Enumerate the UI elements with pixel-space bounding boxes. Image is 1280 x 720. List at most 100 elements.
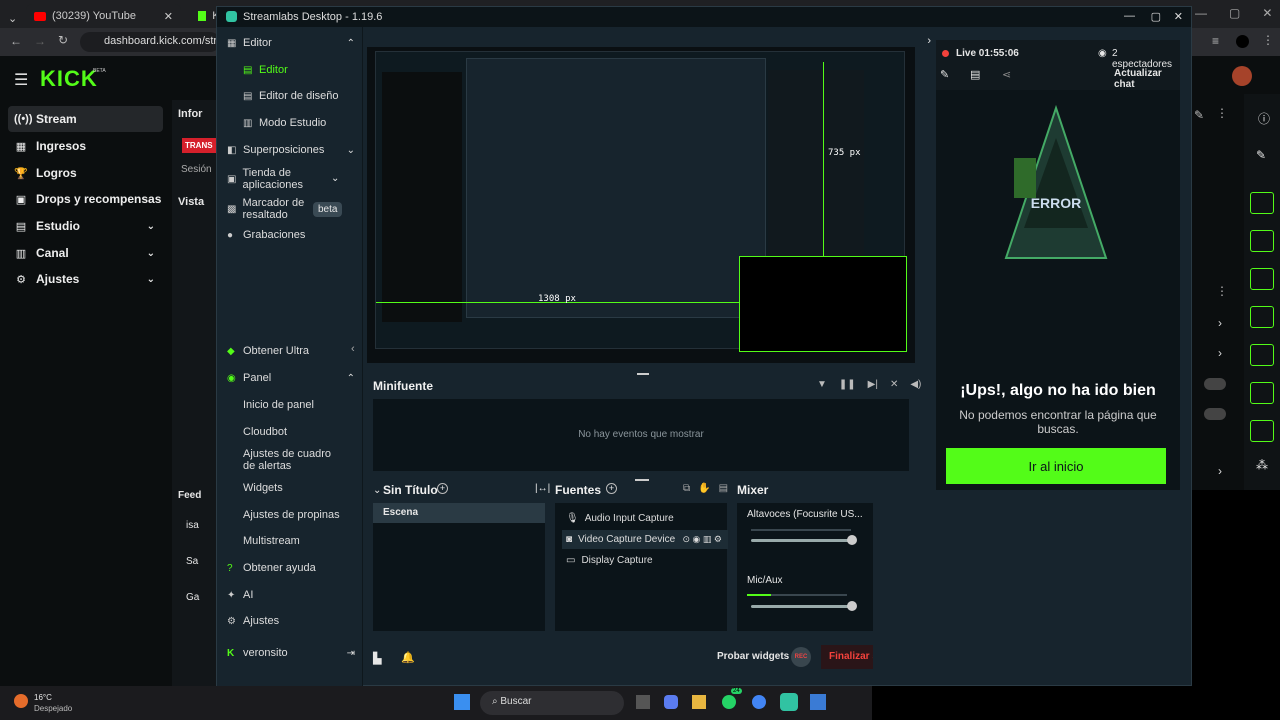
source-item[interactable]: 🎙 Audio Input Capture: [562, 509, 728, 528]
minimize-icon[interactable]: —: [1124, 10, 1135, 22]
hand-icon[interactable]: ✋: [698, 483, 710, 494]
nav-editor[interactable]: ▦ Editor ⌃: [227, 37, 355, 49]
scene-item[interactable]: Escena: [373, 503, 545, 523]
note-icon[interactable]: [1250, 268, 1274, 290]
menu-icon[interactable]: ☰: [14, 70, 28, 90]
maximize-icon[interactable]: ▢: [1151, 10, 1161, 23]
tab-youtube[interactable]: (30239) YouTube ✕: [26, 4, 181, 28]
reload-icon[interactable]: ↻: [58, 33, 68, 47]
end-stream-button[interactable]: Finalizar s: [821, 645, 873, 669]
taskview-icon[interactable]: [636, 695, 650, 709]
nav-tip-settings[interactable]: Ajustes de propinas: [243, 509, 371, 521]
nav-app-store[interactable]: ▣ Tienda de aplicaciones: [227, 167, 327, 191]
menu-icon[interactable]: ⋮: [1216, 106, 1228, 120]
nav-cloudbot[interactable]: Cloudbot: [243, 426, 371, 438]
windows-start-icon[interactable]: [454, 694, 470, 710]
nav-widgets[interactable]: Widgets: [243, 482, 371, 494]
resize-handle[interactable]: [635, 479, 649, 481]
pause-icon[interactable]: ❚❚: [839, 379, 856, 390]
toggle-switch[interactable]: [1204, 408, 1226, 420]
streamlabs-taskbar-icon[interactable]: [780, 693, 798, 711]
flash-icon[interactable]: [1250, 230, 1274, 252]
nav-canal[interactable]: ▥ Canal ⌄: [8, 240, 163, 266]
url-field[interactable]: dashboard.kick.com/stream: [80, 32, 220, 52]
nav-get-help[interactable]: ? Obtener ayuda: [227, 562, 355, 574]
selected-source-box[interactable]: [739, 256, 907, 352]
nav-settings[interactable]: ⚙ Ajustes: [227, 615, 355, 627]
share-icon[interactable]: ⋖: [1002, 68, 1011, 81]
nav-ai[interactable]: ✦ AI: [227, 589, 355, 601]
pencil-icon[interactable]: ✎: [940, 68, 949, 81]
layout-icon[interactable]: [1250, 382, 1274, 404]
toggle-switch[interactable]: [1204, 378, 1226, 390]
resize-handle[interactable]: [637, 373, 649, 375]
user-account[interactable]: Kveronsito ⇥: [227, 647, 355, 659]
volume-slider[interactable]: [751, 535, 857, 545]
bell-icon[interactable]: 🔔: [401, 651, 415, 664]
chrome-icon[interactable]: [752, 695, 766, 709]
trash-icon[interactable]: ▥: [703, 534, 712, 544]
whatsapp-icon[interactable]: [722, 695, 736, 709]
maximize-icon[interactable]: ▢: [1229, 6, 1240, 20]
avatar[interactable]: [1232, 66, 1252, 86]
source-item-selected[interactable]: ◙ Video Capture Device ⊙ ◉ ▥ ⚙: [562, 530, 728, 549]
apps-icon[interactable]: ⁂: [1256, 458, 1268, 472]
folder-icon[interactable]: ▤: [970, 68, 980, 81]
nav-layout-editor[interactable]: ▤ Editor de diseño: [243, 90, 371, 102]
pencil-icon[interactable]: ✎: [1256, 148, 1266, 162]
forward-icon[interactable]: →: [34, 34, 46, 48]
eye-icon[interactable]: ◉: [693, 534, 701, 544]
slider-knob[interactable]: [847, 601, 857, 611]
go-home-button[interactable]: Ir al inicio: [946, 448, 1166, 484]
wrench-icon[interactable]: [1250, 420, 1274, 442]
chevron-down-icon[interactable]: ⌄: [373, 485, 381, 496]
volume-slider[interactable]: [751, 601, 857, 611]
nav-get-ultra[interactable]: ◆ Obtener Ultra: [227, 345, 355, 357]
profile-icon[interactable]: [1236, 35, 1249, 48]
folder-icon[interactable]: ▤: [719, 483, 728, 494]
volume-icon[interactable]: ◀): [910, 379, 921, 390]
sidebar-icon[interactable]: ≡: [1212, 34, 1219, 48]
nav-studio-mode[interactable]: ▥ Modo Estudio: [243, 117, 371, 129]
nav-drops[interactable]: ▣ Drops y recompensas: [8, 186, 163, 212]
chevron-down-icon[interactable]: ⌄: [331, 173, 339, 184]
target-icon[interactable]: [1250, 192, 1274, 214]
add-scene-icon[interactable]: +: [437, 483, 448, 494]
nav-ajustes[interactable]: ⚙ Ajustes ⌄: [8, 266, 163, 292]
back-icon[interactable]: ←: [10, 34, 22, 48]
mute-icon[interactable]: ✕: [890, 379, 898, 390]
info-icon[interactable]: ⓘ: [1258, 110, 1270, 127]
slider-knob[interactable]: [847, 535, 857, 545]
add-source-icon[interactable]: +: [606, 483, 617, 494]
menu-icon[interactable]: ⋮: [1216, 284, 1228, 298]
nav-estudio[interactable]: ▤ Estudio ⌄: [8, 213, 163, 239]
pencil-icon[interactable]: ✎: [1194, 108, 1204, 122]
stream-preview[interactable]: 735 px 1308 px ›: [367, 35, 931, 363]
close-icon[interactable]: ✕: [1174, 10, 1183, 23]
nav-multistream[interactable]: Multistream: [243, 535, 371, 547]
copy-icon[interactable]: ⧉: [683, 483, 690, 494]
app-icon[interactable]: [810, 694, 826, 710]
chevron-right-icon[interactable]: ›: [927, 35, 931, 47]
broadcast-icon[interactable]: [1250, 344, 1274, 366]
tab-list-button[interactable]: ⌄: [0, 6, 26, 30]
close-icon[interactable]: ✕: [164, 10, 173, 23]
nav-logros[interactable]: 🏆 Logros: [8, 160, 163, 186]
nav-panel-home[interactable]: Inicio de panel: [243, 399, 371, 411]
chevron-right-icon[interactable]: ›: [1218, 464, 1222, 478]
refresh-chat-button[interactable]: Actualizar chat: [1114, 68, 1180, 90]
file-explorer-icon[interactable]: [692, 695, 706, 709]
nav-alertbox-settings[interactable]: Ajustes de cuadro de alertas: [243, 448, 343, 472]
nav-overlays[interactable]: ◧ Superposiciones ⌄: [227, 144, 355, 156]
minimize-icon[interactable]: —: [1195, 6, 1207, 20]
nav-panel[interactable]: ◉ Panel ⌃: [227, 372, 355, 384]
copilot-icon[interactable]: [664, 695, 678, 709]
chevron-right-icon[interactable]: ›: [1218, 316, 1222, 330]
chat-icon[interactable]: [1250, 306, 1274, 328]
chevron-right-icon[interactable]: ›: [1218, 346, 1222, 360]
nav-editor-sub[interactable]: ▤ Editor: [243, 64, 371, 76]
lock-icon[interactable]: ⊙: [682, 534, 690, 544]
record-button[interactable]: REC: [791, 647, 811, 667]
filter-icon[interactable]: ▼: [817, 379, 827, 390]
nav-recordings[interactable]: ● Grabaciones: [227, 229, 355, 241]
